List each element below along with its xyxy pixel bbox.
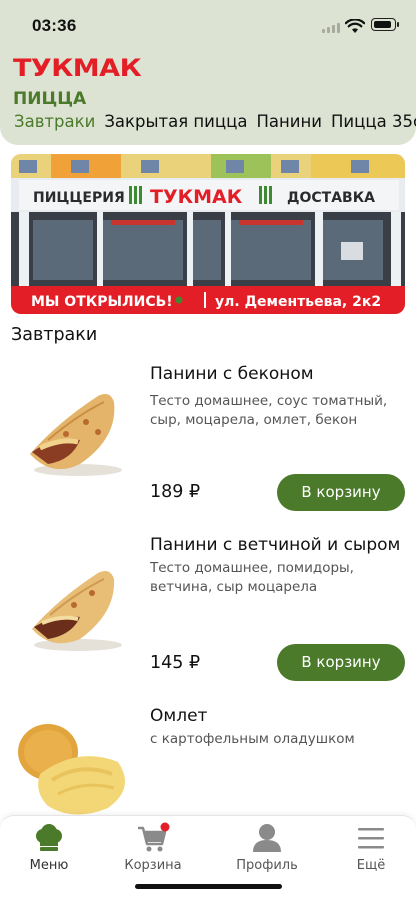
category-tabs: Завтраки Закрытая пицца Панини Пицца 35см [14,112,416,131]
home-indicator[interactable] [135,884,282,889]
item-name: Панини с беконом [150,364,314,384]
sign-brand-text: ТУКМАК [150,186,243,208]
add-to-cart-button[interactable]: В корзину [277,474,405,511]
nav-label: Профиль [236,858,298,873]
item-description: Тесто домашнее, соус томатный, сыр, моца… [150,393,388,428]
nav-label: Ещё [356,858,386,873]
section-title: Завтраки [11,325,98,345]
menu-lines-icon [358,828,384,849]
cellular-signal-icon [322,22,340,33]
cart-badge [160,822,170,832]
item-price: 145 ₽ [150,653,201,673]
status-time: 03:36 [32,16,77,35]
tab-closed-pizza[interactable]: Закрытая пицца [104,112,247,131]
logo-subtitle: ПИЦЦА [13,89,87,109]
promo-banner[interactable]: ПИЦЦЕРИЯ ТУКМАК ДОСТАВКА МЫ ОТКРЫЛИСЬ! у… [11,154,405,314]
item-name: Панини с ветчиной и сыром [150,535,401,555]
item-price: 189 ₽ [150,482,201,502]
tab-pizza-35[interactable]: Пицца 35см [331,112,416,131]
item-description: с картофельным оладушком [150,731,355,747]
user-icon [253,824,281,852]
tab-breakfast[interactable]: Завтраки [14,112,95,131]
add-to-cart-button[interactable]: В корзину [277,644,405,681]
promo-left-text: МЫ ОТКРЫЛИСЬ! [31,294,173,310]
logo-title: ТУКМАК [13,54,142,83]
cart-icon [138,822,170,852]
promo-right-text: ул. Дементьева, 2к2 [215,294,381,310]
item-description: Тесто домашнее, помидоры, ветчина, сыр м… [150,560,354,595]
item-name: Омлет [150,706,208,726]
status-bar: 03:36 [0,14,416,40]
storefront-image: ПИЦЦЕРИЯ ТУКМАК ДОСТАВКА МЫ ОТКРЫЛИСЬ! у… [11,154,405,314]
nav-label: Меню [29,858,69,873]
nav-label: Корзина [124,858,182,873]
panini-icon [30,394,122,476]
sign-right-text: ДОСТАВКА [287,190,375,206]
nav-menu[interactable]: Меню [4,822,94,873]
battery-icon [371,18,399,31]
tab-panini[interactable]: Панини [256,112,322,131]
app-header: 03:36 ТУКМАК ПИЦЦА Завтраки Закрытая пицц… [0,0,416,145]
nav-more[interactable]: Ещё [326,822,416,873]
chef-hat-icon [36,824,62,851]
sign-left-text: ПИЦЦЕРИЯ [33,190,125,206]
panini-icon [32,571,122,651]
brand-logo: ТУКМАК ПИЦЦА [13,54,142,109]
nav-cart[interactable]: Корзина [108,822,198,873]
wifi-icon [345,19,365,33]
nav-profile[interactable]: Профиль [222,822,312,873]
